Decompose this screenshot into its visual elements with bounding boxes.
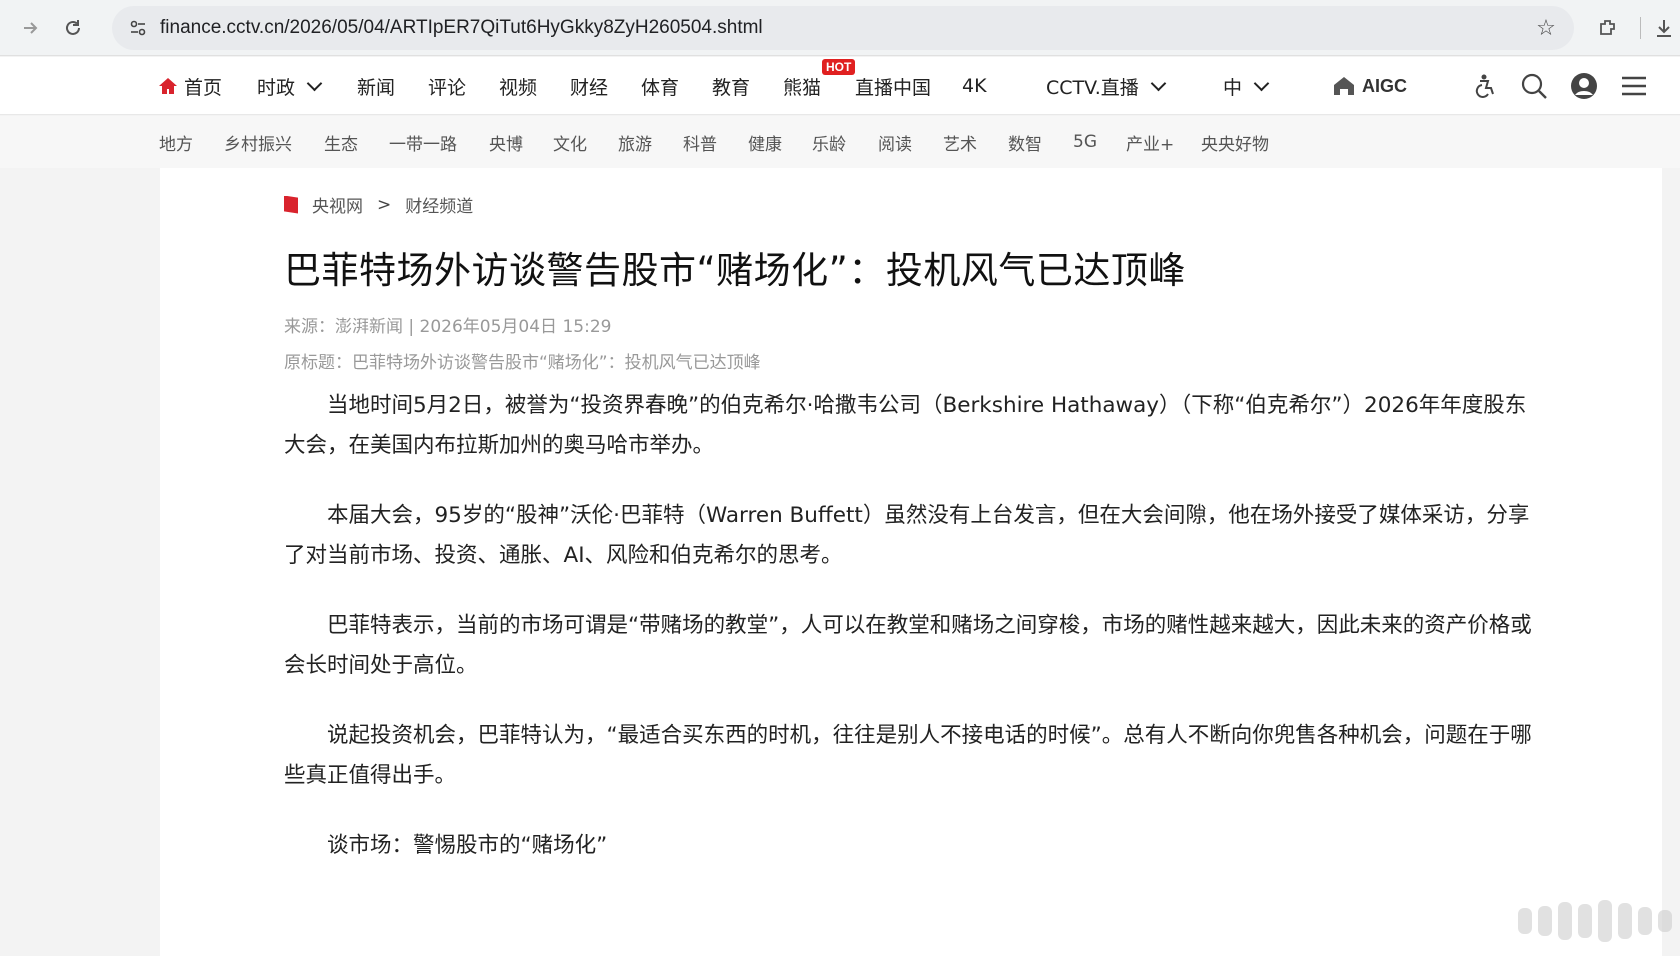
nav-news[interactable]: 新闻: [357, 57, 395, 115]
search-icon[interactable]: [1518, 70, 1550, 102]
nav-label: 视频: [499, 76, 538, 99]
extensions-icon[interactable]: [1592, 12, 1624, 44]
article-title: 巴菲特场外访谈警告股市“赌场化”：投机风气已达顶峰: [284, 249, 1186, 292]
nav-label: 新闻: [357, 76, 396, 99]
nav-label: 评论: [428, 76, 467, 99]
nav-live-china[interactable]: 直播中国: [855, 57, 931, 115]
nav-cctv-live[interactable]: CCTV.直播: [1046, 57, 1167, 115]
nav-home[interactable]: 首页: [158, 57, 222, 115]
nav-label: 体育: [641, 76, 680, 99]
home-icon: [159, 78, 177, 94]
subnav-item[interactable]: 文化: [553, 116, 587, 168]
nav-label: 中: [1223, 76, 1243, 99]
cctv-logo-icon: [284, 195, 298, 214]
article-paragraph: 本届大会，95岁的“股神”沃伦·巴菲特（Warren Buffett）虽然没有上…: [284, 503, 1530, 568]
subnav-item[interactable]: 科普: [683, 116, 717, 168]
article-meta: 来源：澎湃新闻 | 2026年05月04日 15:29: [284, 317, 612, 337]
nav-panda[interactable]: 熊猫: [783, 57, 821, 115]
nav-comment[interactable]: 评论: [428, 57, 466, 115]
nav-finance[interactable]: 财经: [570, 57, 608, 115]
nav-label: 时政: [257, 76, 296, 99]
subnav-item[interactable]: 一带一路: [389, 116, 457, 168]
aigc-label: AIGC: [1362, 75, 1407, 96]
nav-education[interactable]: 教育: [712, 57, 750, 115]
forward-button[interactable]: [16, 13, 46, 43]
chevron-down-icon: [306, 75, 323, 91]
bookmark-star-icon[interactable]: ☆: [1526, 8, 1566, 48]
menu-icon[interactable]: [1618, 70, 1650, 102]
reload-icon: [66, 20, 80, 35]
subnav-item[interactable]: 旅游: [618, 116, 652, 168]
article-subheading: 谈市场：警惕股市的“赌场化”: [327, 833, 608, 858]
sub-nav: 地方 乡村振兴 生态 一带一路 央博 文化 旅游 科普 健康 乐龄 阅读 艺术 …: [0, 116, 1680, 168]
subnav-item[interactable]: 生态: [324, 116, 358, 168]
accessibility-icon[interactable]: [1468, 70, 1500, 102]
site-info-icon[interactable]: [118, 8, 158, 48]
subnav-item[interactable]: 央博: [489, 116, 523, 168]
nav-4k[interactable]: 4K: [962, 57, 987, 115]
subnav-item[interactable]: 产业+: [1126, 116, 1174, 168]
subnav-item[interactable]: 乐龄: [812, 116, 846, 168]
original-title: 原标题：巴菲特场外访谈警告股市“赌场化”：投机风气已达顶峰: [284, 353, 761, 373]
hot-badge: HOT: [822, 59, 856, 75]
subnav-item[interactable]: 5G: [1073, 116, 1097, 168]
nav-label: 直播中国: [855, 76, 932, 99]
breadcrumb-separator: >: [377, 194, 392, 215]
subnav-item[interactable]: 阅读: [878, 116, 912, 168]
chevron-down-icon: [1253, 75, 1270, 91]
url-text[interactable]: finance.cctv.cn/2026/05/04/ARTIpER7QiTut…: [160, 17, 1526, 39]
reload-button[interactable]: [58, 13, 88, 43]
chevron-down-icon: [1150, 75, 1167, 91]
subnav-item[interactable]: 健康: [748, 116, 782, 168]
nav-politics[interactable]: 时政: [257, 57, 323, 115]
browser-toolbar: finance.cctv.cn/2026/05/04/ARTIpER7QiTut…: [0, 0, 1680, 56]
toolbar-divider: [1640, 17, 1641, 39]
aigc-logo[interactable]: AIGC: [1332, 72, 1407, 100]
breadcrumb-channel[interactable]: 财经频道: [405, 192, 473, 217]
user-avatar-icon[interactable]: [1568, 70, 1600, 102]
nav-label: 财经: [570, 76, 609, 99]
subnav-item[interactable]: 艺术: [943, 116, 977, 168]
address-bar[interactable]: finance.cctv.cn/2026/05/04/ARTIpER7QiTut…: [112, 6, 1574, 50]
article-paragraph: 巴菲特表示，当前的市场可谓是“带赌场的教堂”，人可以在教堂和赌场之间穿梭，市场的…: [284, 613, 1532, 678]
subnav-item[interactable]: 央央好物: [1201, 116, 1269, 168]
nav-video[interactable]: 视频: [499, 57, 537, 115]
subnav-item[interactable]: 数智: [1008, 116, 1042, 168]
nav-label: 教育: [712, 76, 751, 99]
breadcrumb-site[interactable]: 央视网: [312, 192, 363, 217]
subnav-item[interactable]: 乡村振兴: [224, 116, 292, 168]
article-paragraph: 当地时间5月2日，被誉为“投资界春晚”的伯克希尔·哈撒韦公司（Berkshire…: [284, 393, 1527, 458]
nav-home-label: 首页: [184, 76, 223, 99]
nav-sports[interactable]: 体育: [641, 57, 679, 115]
subnav-item[interactable]: 地方: [159, 116, 193, 168]
nav-language[interactable]: 中: [1223, 57, 1270, 115]
download-icon[interactable]: [1648, 12, 1680, 44]
article-container: 央视网 > 财经频道 巴菲特场外访谈警告股市“赌场化”：投机风气已达顶峰 来源：…: [160, 168, 1662, 956]
nav-label: CCTV.直播: [1046, 76, 1139, 99]
nav-label: 4K: [962, 75, 987, 97]
watermark: [1360, 886, 1680, 956]
article-paragraph: 说起投资机会，巴菲特认为，“最适合买东西的时机，往往是别人不接电话的时候”。总有…: [284, 723, 1532, 788]
nav-label: 熊猫: [783, 76, 822, 99]
arrow-right-icon: [24, 22, 38, 34]
breadcrumb: 央视网 > 财经频道: [284, 192, 473, 217]
aigc-house-icon: [1334, 77, 1354, 95]
